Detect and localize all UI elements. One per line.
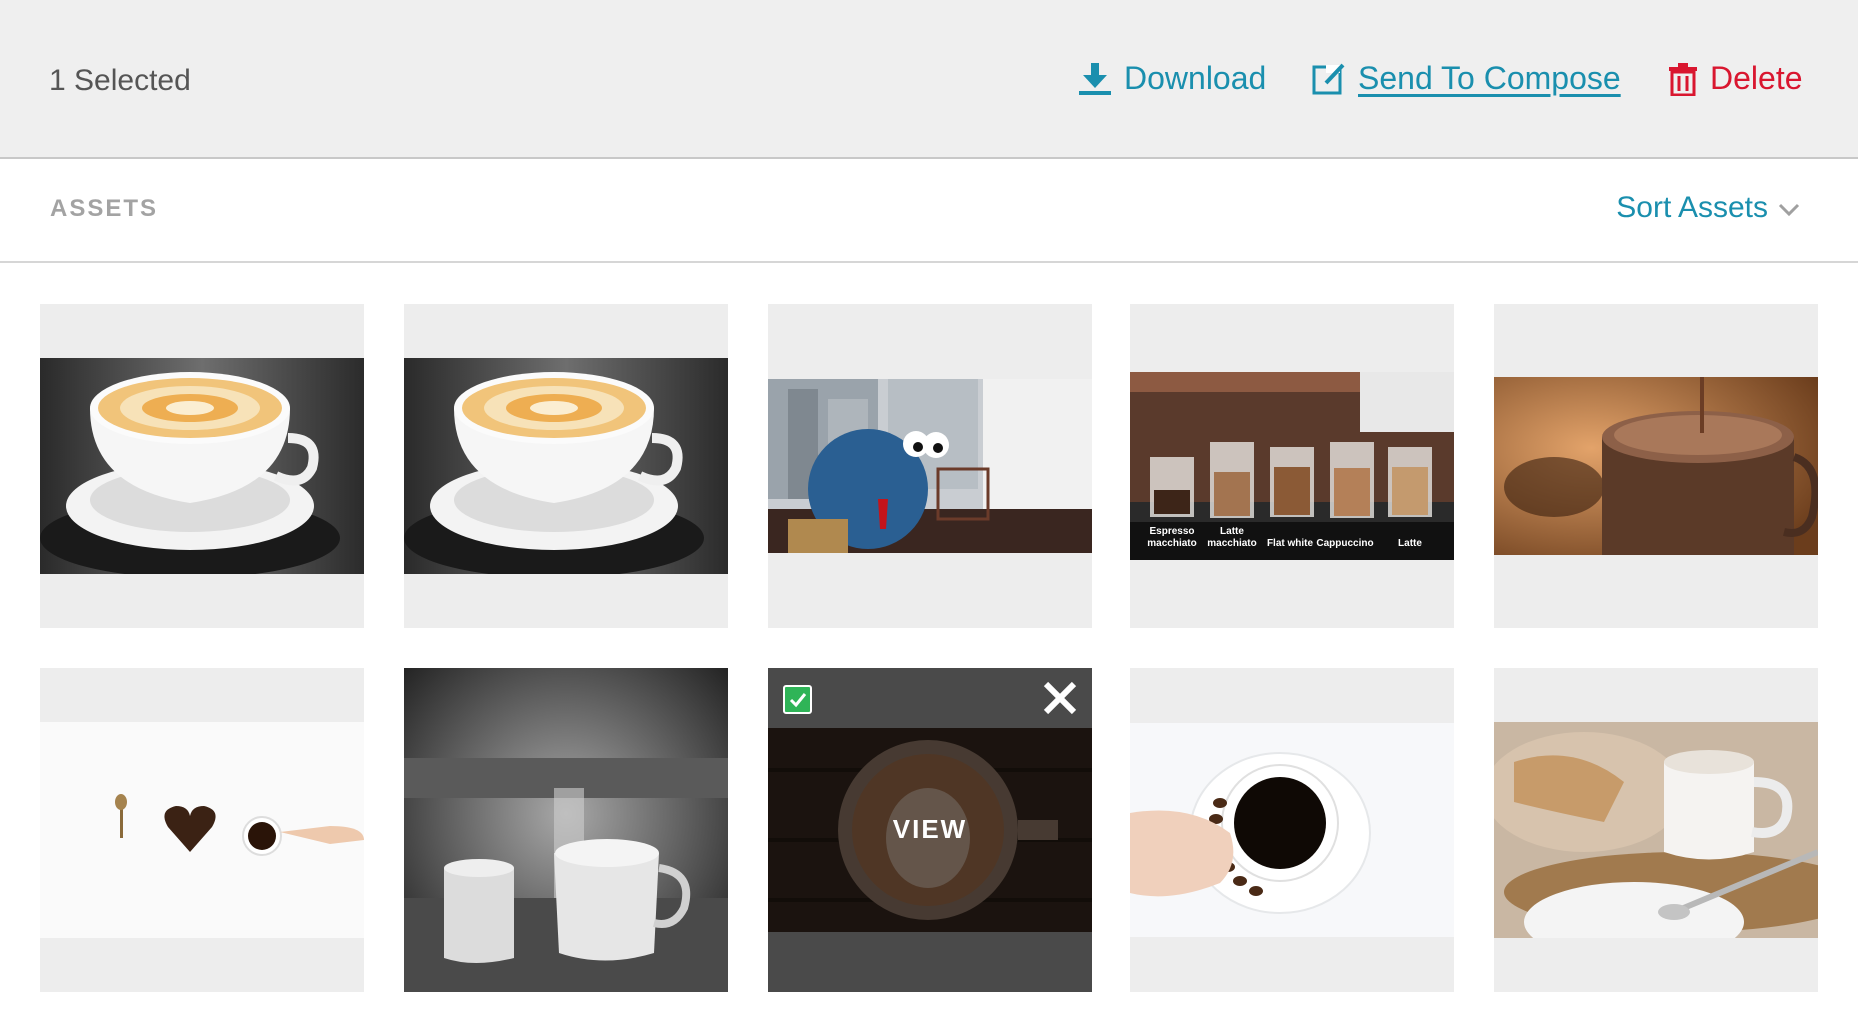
delete-label: Delete [1710, 60, 1803, 96]
asset-tile[interactable] [40, 668, 364, 992]
asset-tile[interactable] [768, 304, 1092, 628]
download-button[interactable]: Download [1078, 60, 1266, 97]
caption-latte: Latte [1398, 538, 1422, 549]
download-label: Download [1124, 60, 1267, 96]
asset-thumbnail-hot-chocolate [1494, 377, 1818, 555]
asset-thumbnail-latte-cup [40, 358, 364, 574]
asset-thumbnail-coffee-drinks: Espresso macchiato Latte macchiato Flat … [1130, 372, 1454, 560]
view-button[interactable]: VIEW [768, 814, 1092, 845]
asset-thumbnail-latte-cup [404, 358, 728, 574]
asset-tile[interactable] [404, 668, 728, 992]
asset-tile[interactable]: Espresso macchiato Latte macchiato Flat … [1130, 304, 1454, 628]
caption-flat-white: Flat white [1266, 538, 1314, 549]
assets-title: ASSETS [50, 195, 159, 222]
asset-thumbnail-cafe-mugs-bw [404, 668, 728, 992]
asset-tile[interactable] [404, 304, 728, 628]
assets-header: ASSETS Sort Assets [0, 159, 1858, 263]
sort-assets-dropdown[interactable]: Sort Assets [1616, 191, 1800, 225]
trash-icon [1668, 62, 1698, 96]
download-icon [1078, 62, 1112, 96]
asset-tile[interactable] [1494, 304, 1818, 628]
selection-overlay-bottom [768, 932, 1092, 992]
selected-count: 1 Selected [49, 64, 191, 97]
selection-overlay-top [768, 668, 1092, 728]
send-to-compose-button[interactable]: Send To Compose [1312, 60, 1621, 97]
asset-thumbnail-mug-and-cake [1494, 722, 1818, 938]
asset-tile[interactable] [40, 304, 364, 628]
caption-cappuccino: Cappuccino [1316, 538, 1374, 549]
asset-tile[interactable] [1494, 668, 1818, 992]
asset-thumbnail-black-coffee-hand [1130, 723, 1454, 937]
selected-checkbox[interactable] [783, 685, 812, 714]
caption-latte-macchiato: Latte macchiato [1207, 526, 1257, 549]
send-to-compose-label: Send To Compose [1358, 60, 1621, 96]
asset-tile-selected[interactable]: VIEW [768, 668, 1092, 992]
sort-assets-label: Sort Assets [1616, 191, 1768, 224]
delete-button[interactable]: Delete [1668, 60, 1803, 97]
chevron-down-icon [1768, 191, 1800, 225]
selection-toolbar: 1 Selected Download Send To Compose Dele… [0, 0, 1858, 159]
caption-espresso-macchiato: Espresso macchiato [1147, 526, 1197, 549]
edit-icon [1312, 62, 1346, 96]
asset-thumbnail-cookie-monster [768, 379, 1092, 553]
close-icon[interactable] [1040, 678, 1080, 718]
asset-tile[interactable] [1130, 668, 1454, 992]
asset-thumbnail-coffee-heart [40, 722, 364, 938]
